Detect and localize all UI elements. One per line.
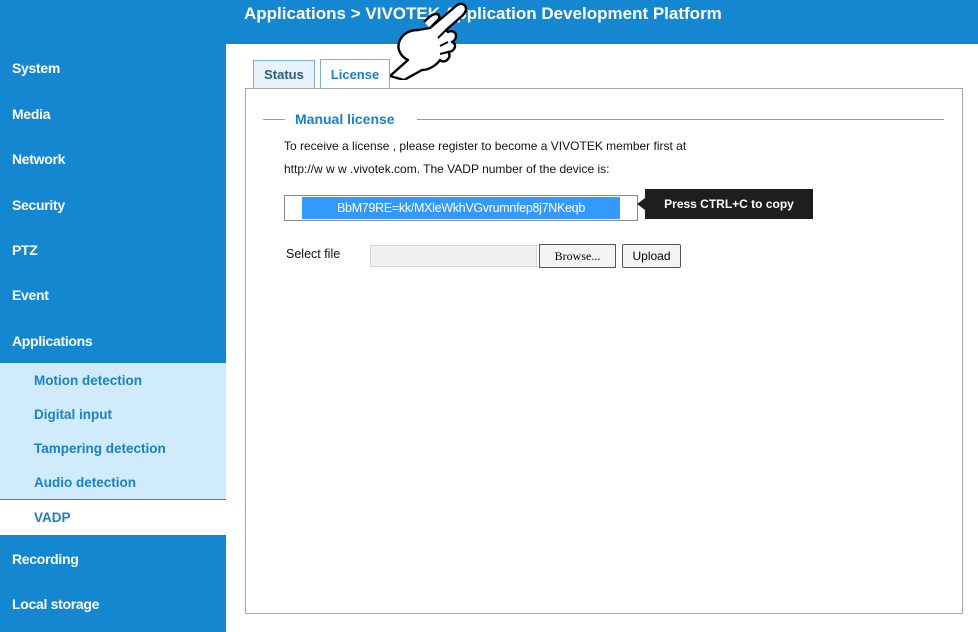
vadp-number-field[interactable]: BbM79RE=kk/MXleWkhVGvrumnfep8j7NKeqb — [284, 195, 638, 221]
sidebar-item-system[interactable]: System — [0, 45, 226, 90]
submenu-item-vadp[interactable]: VADP — [0, 500, 226, 535]
license-description-line2: http://w w w .vivotek.com. The VADP numb… — [284, 162, 610, 176]
sidebar: System Media Network Security PTZ Event … — [0, 0, 226, 632]
submenu-item-audio-detection[interactable]: Audio detection — [0, 465, 226, 499]
submenu-item-digital-input[interactable]: Digital input — [0, 397, 226, 431]
sidebar-item-local-storage[interactable]: Local storage — [0, 581, 226, 626]
sidebar-item-event[interactable]: Event — [0, 272, 226, 317]
fieldset-border-left — [263, 119, 285, 120]
copy-tooltip: Press CTRL+C to copy — [645, 189, 813, 219]
applications-submenu: Motion detection Digital input Tampering… — [0, 363, 226, 499]
browse-button[interactable]: Browse... — [539, 244, 616, 268]
pointing-hand-icon — [388, 2, 468, 80]
sidebar-item-network[interactable]: Network — [0, 136, 226, 181]
vadp-number-text[interactable]: BbM79RE=kk/MXleWkhVGvrumnfep8j7NKeqb — [302, 197, 620, 219]
fieldset-border-right — [417, 119, 944, 120]
submenu-item-tampering-detection[interactable]: Tampering detection — [0, 431, 226, 465]
sidebar-item-recording[interactable]: Recording — [0, 536, 226, 581]
submenu-item-motion-detection[interactable]: Motion detection — [0, 363, 226, 397]
select-file-label: Select file — [286, 247, 341, 261]
fieldset-legend: Manual license — [295, 111, 395, 127]
tooltip-arrow — [637, 198, 645, 210]
page-header: Applications > VIVOTEK Application Devel… — [226, 0, 978, 44]
page-title: Applications > VIVOTEK Application Devel… — [244, 4, 722, 23]
sidebar-item-applications[interactable]: Applications — [0, 318, 226, 363]
tab-license[interactable]: License — [320, 59, 390, 89]
sidebar-item-ptz[interactable]: PTZ — [0, 227, 226, 272]
sidebar-item-security[interactable]: Security — [0, 182, 226, 227]
upload-button[interactable]: Upload — [622, 244, 681, 268]
license-description-line1: To receive a license , please register t… — [284, 139, 687, 153]
sidebar-item-media[interactable]: Media — [0, 91, 226, 136]
tab-status[interactable]: Status — [253, 60, 315, 88]
file-path-input[interactable] — [370, 245, 537, 267]
